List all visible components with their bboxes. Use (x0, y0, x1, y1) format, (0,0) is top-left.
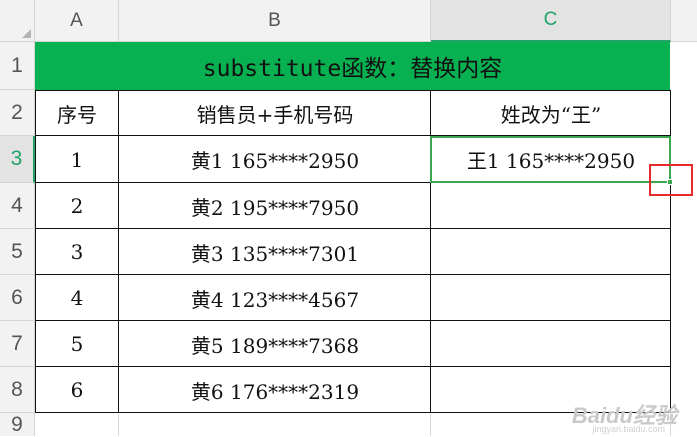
cell-b4[interactable]: 黄2 195****7950 (119, 183, 431, 229)
cell-a8[interactable]: 6 (35, 367, 119, 413)
baidu-watermark-url: jingyan.baidu.com (592, 424, 665, 434)
row-header-9[interactable]: 9 (0, 413, 35, 436)
row-header-4[interactable]: 4 (0, 183, 35, 229)
cell-c4[interactable] (431, 183, 671, 229)
cell-a5[interactable]: 3 (35, 229, 119, 275)
cell-a7[interactable]: 5 (35, 321, 119, 367)
row-header-6[interactable]: 6 (0, 275, 35, 321)
fill-handle-highlight-box (649, 164, 693, 196)
title-cell[interactable]: substitute函数：替换内容 (35, 42, 670, 90)
grid-line (35, 366, 671, 367)
cell-b8[interactable]: 黄6 176****2319 (119, 367, 431, 413)
cell-a4[interactable]: 2 (35, 183, 119, 229)
header-cell-b[interactable]: 销售员+手机号码 (119, 90, 431, 136)
grid-line (118, 413, 119, 436)
cell-c6[interactable] (431, 275, 671, 321)
column-header-d[interactable] (671, 0, 697, 42)
select-all-triangle-icon (22, 29, 31, 38)
grid-line (35, 228, 671, 229)
grid-line (35, 274, 671, 275)
column-header-a[interactable]: A (35, 0, 119, 42)
grid-line (35, 90, 36, 413)
row-header-5[interactable]: 5 (0, 229, 35, 275)
cell-b5[interactable]: 黄3 135****7301 (119, 229, 431, 275)
grid-line (430, 413, 431, 436)
cell-b6[interactable]: 黄4 123****4567 (119, 275, 431, 321)
column-header-c[interactable]: C (431, 0, 671, 42)
row-header-3[interactable]: 3 (0, 136, 35, 183)
grid-line (35, 320, 671, 321)
row-header-1[interactable]: 1 (0, 42, 35, 90)
cell-a6[interactable]: 4 (35, 275, 119, 321)
cell-c5[interactable] (431, 229, 671, 275)
row-header-8[interactable]: 8 (0, 367, 35, 413)
row-header-7[interactable]: 7 (0, 321, 35, 367)
column-header-b[interactable]: B (119, 0, 431, 42)
cell-b3[interactable]: 黄1 165****2950 (119, 136, 431, 183)
grid-line (35, 90, 671, 91)
grid-line (118, 90, 119, 413)
cell-a3[interactable]: 1 (35, 136, 119, 183)
active-cell-selection (430, 136, 671, 183)
cell-c7[interactable] (431, 321, 671, 367)
row-header-2[interactable]: 2 (0, 90, 35, 136)
select-all-corner[interactable] (0, 0, 35, 42)
header-cell-c[interactable]: 姓改为“王” (431, 90, 671, 136)
cell-b7[interactable]: 黄5 189****7368 (119, 321, 431, 367)
header-cell-a[interactable]: 序号 (35, 90, 119, 136)
